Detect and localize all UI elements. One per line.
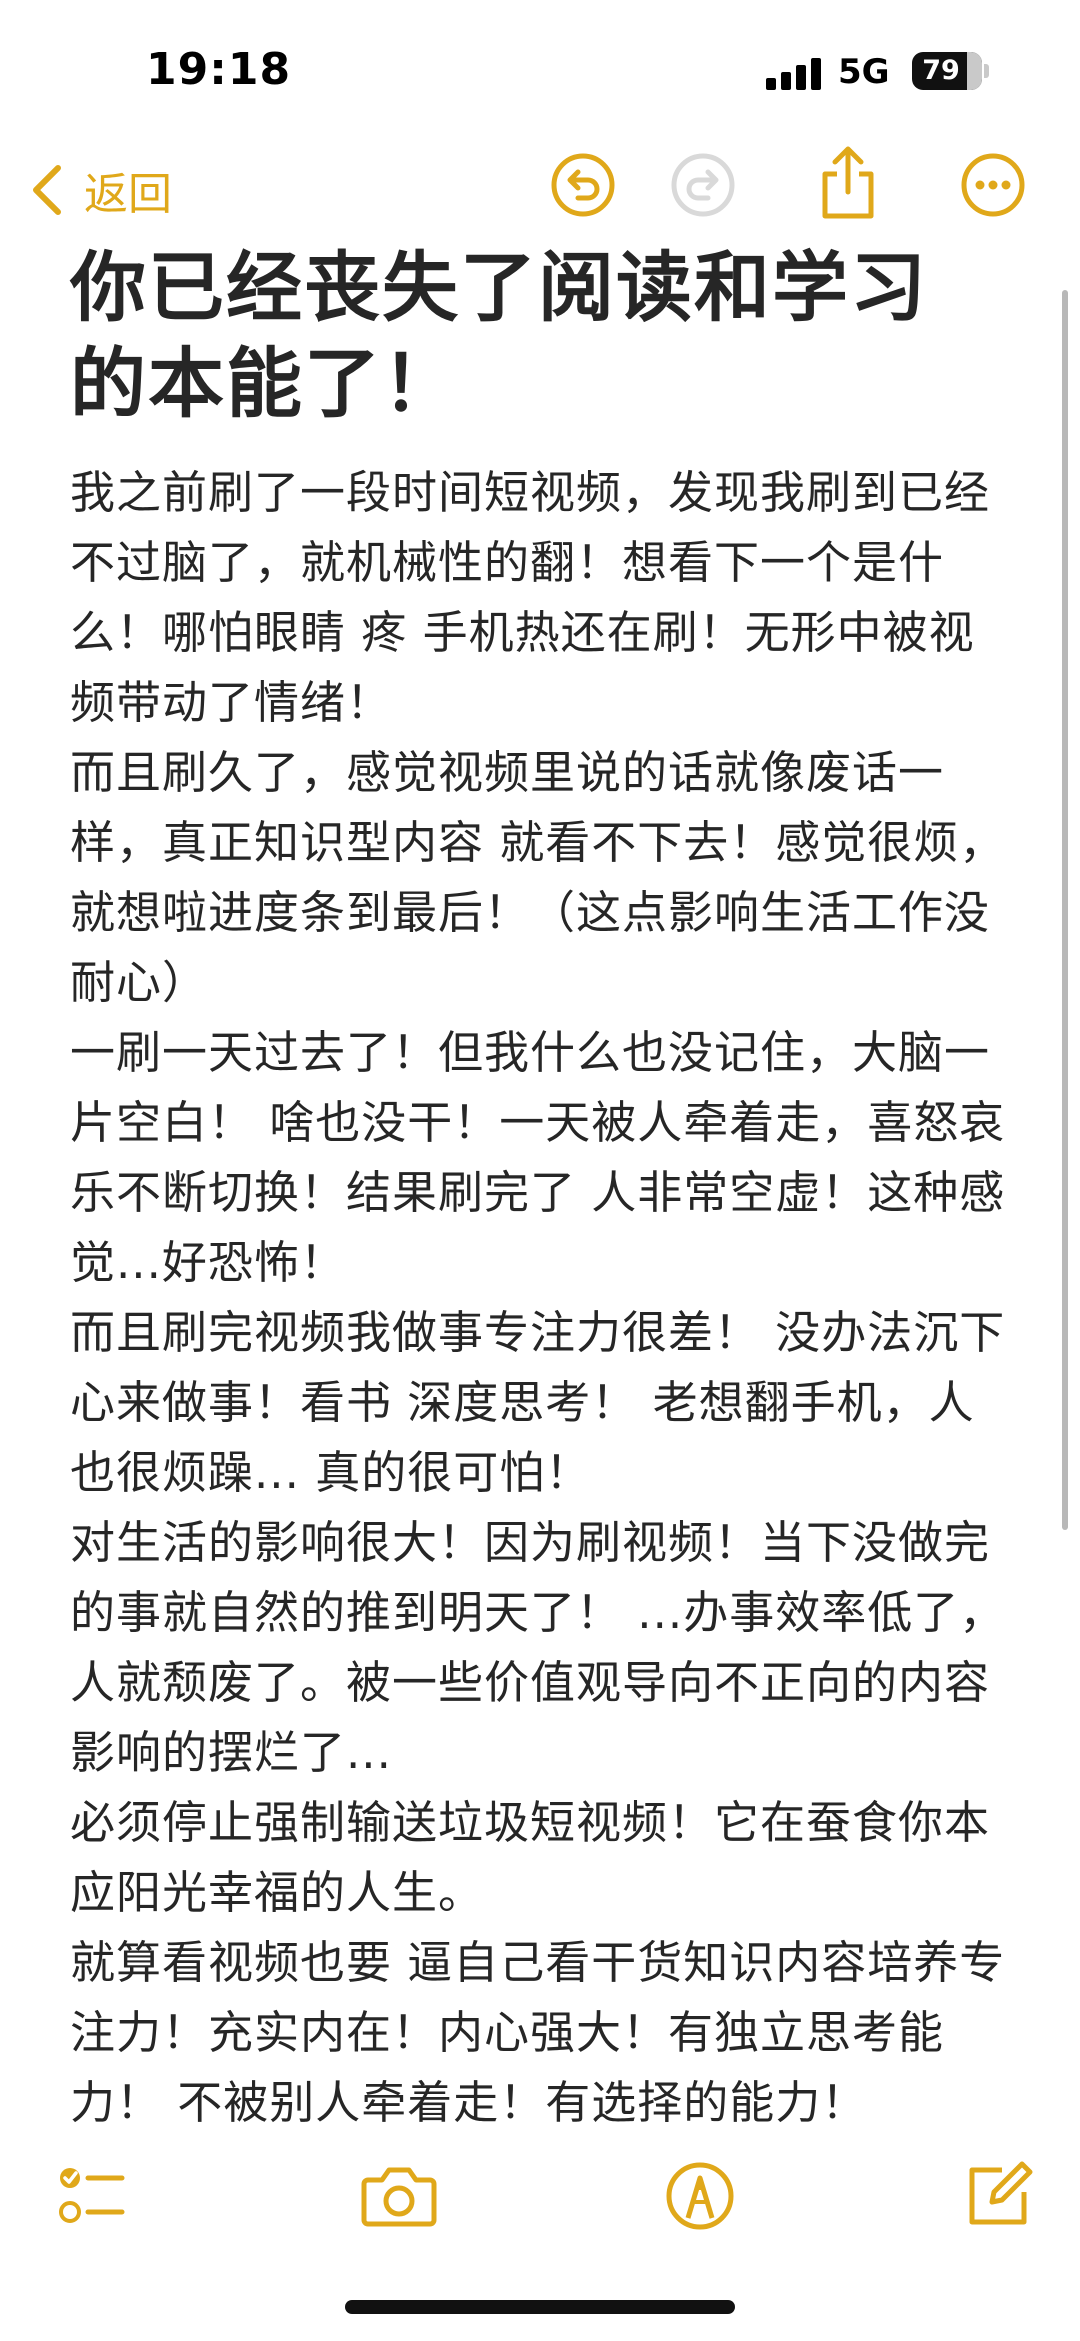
compose-icon[interactable] [962,2160,1034,2232]
more-icon[interactable] [958,150,1028,220]
note-paragraph: 而且刷完视频我做事专注力很差！ 没办法沉下心来做事！看书 深度思考！ 老想翻手机… [70,1306,1006,1499]
chevron-left-icon [33,165,61,215]
note-paragraph: 必须停止强制输送垃圾短视频！它在蚕食你本应阳光幸福的人生。 [70,1796,991,1919]
notes-screen: 19:18 5G 79 返回 你已经丧失了阅读和学习的本能了！ 我之前刷了一段时… [0,0,1080,2341]
undo-icon[interactable] [548,150,618,220]
note-title[interactable]: 你已经丧失了阅读和学习的本能了！ [70,240,970,432]
home-indicator[interactable] [345,2300,735,2314]
share-icon[interactable] [815,144,881,222]
status-time: 19:18 [146,44,292,95]
note-body[interactable]: 我之前刷了一段时间短视频，发现我刷到已经不过脑了，就机械性的翻！想看下一个是什么… [70,458,1020,2138]
note-paragraph: 一刷一天过去了！但我什么也没记住，大脑一片空白！ 啥也没干！一天被人牵着走，喜怒… [70,1026,1006,1289]
camera-icon[interactable] [360,2160,438,2232]
status-bar: 19:18 5G 79 [0,0,1080,140]
note-paragraph: 我之前刷了一段时间短视频，发现我刷到已经不过脑了，就机械性的翻！想看下一个是什么… [70,466,991,729]
cellular-signal-icon [766,58,824,90]
back-label: 返回 [84,169,172,220]
battery-percent: 79 [922,55,960,86]
redo-icon[interactable] [668,150,738,220]
note-paragraph: 而且刷久了，感觉视频里说的话就像废话一样，真正知识型内容 就看不下去！感觉很烦，… [70,746,1006,1009]
back-button[interactable]: 返回 [28,158,172,222]
checklist-icon[interactable] [56,2160,128,2232]
battery-tip [984,64,989,78]
note-paragraph: 就算看视频也要 逼自己看干货知识内容培养专注力！充实内在！内心强大！有独立思考能… [70,1936,1006,2129]
scrollbar[interactable] [1062,290,1068,1530]
note-paragraph: 对生活的影响很大！因为刷视频！当下没做完的事就自然的推到明天了！ ...办事效率… [70,1516,1006,1779]
markup-icon[interactable] [664,2160,736,2232]
battery-icon: 79 [912,52,982,90]
network-type: 5G [838,52,890,92]
